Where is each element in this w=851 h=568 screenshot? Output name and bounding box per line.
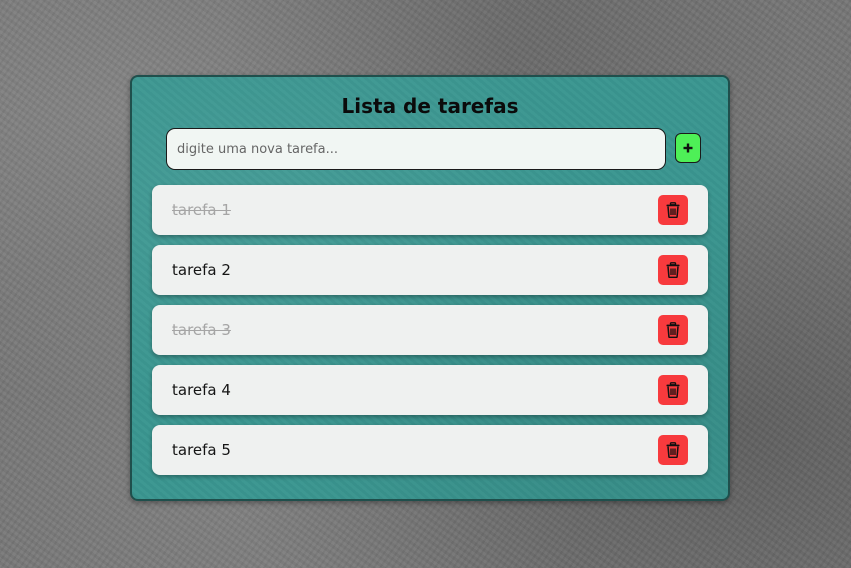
trash-icon xyxy=(666,442,680,458)
task-label: tarefa 4 xyxy=(172,381,231,399)
task-item[interactable]: tarefa 1 xyxy=(152,185,708,235)
task-label: tarefa 5 xyxy=(172,441,231,459)
add-task-button[interactable] xyxy=(675,133,701,163)
task-label: tarefa 3 xyxy=(172,321,231,339)
task-item[interactable]: tarefa 2 xyxy=(152,245,708,295)
delete-task-button[interactable] xyxy=(658,255,688,285)
delete-task-button[interactable] xyxy=(658,375,688,405)
trash-icon xyxy=(666,202,680,218)
plus-icon xyxy=(683,143,693,153)
trash-icon xyxy=(666,322,680,338)
delete-task-button[interactable] xyxy=(658,435,688,465)
task-label: tarefa 1 xyxy=(172,201,231,219)
page-title: Lista de tarefas xyxy=(341,94,519,118)
task-item[interactable]: tarefa 5 xyxy=(152,425,708,475)
trash-icon xyxy=(666,262,680,278)
delete-task-button[interactable] xyxy=(658,195,688,225)
task-item[interactable]: tarefa 3 xyxy=(152,305,708,355)
new-task-input[interactable] xyxy=(166,128,666,170)
trash-icon xyxy=(666,382,680,398)
delete-task-button[interactable] xyxy=(658,315,688,345)
task-list: tarefa 1 tarefa 2 tarefa 3 tarefa 4 tare… xyxy=(152,185,708,485)
task-label: tarefa 2 xyxy=(172,261,231,279)
task-item[interactable]: tarefa 4 xyxy=(152,365,708,415)
todo-card: Lista de tarefas tarefa 1 xyxy=(130,75,730,501)
